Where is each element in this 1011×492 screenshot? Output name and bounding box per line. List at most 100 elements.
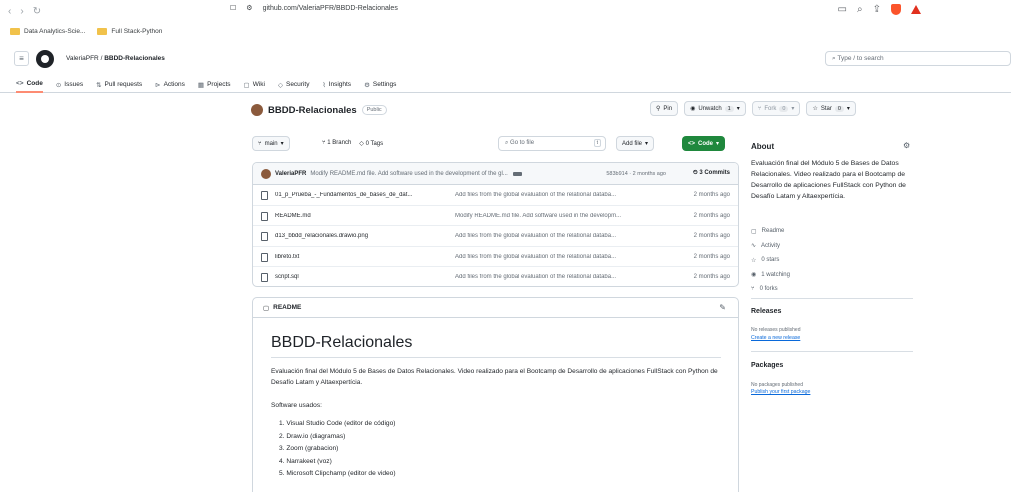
file-commit-message[interactable]: Add files from the global evaluation of … [455, 254, 673, 260]
breadcrumb-owner[interactable]: ValeriaPFR [66, 55, 99, 62]
tab-projects[interactable]: ▦ Projects [198, 73, 231, 93]
bookmarks-bar: Data Analytics-Scie... Full Stack-Python [0, 22, 1011, 41]
packages-title[interactable]: Packages [751, 362, 783, 369]
bookmark-data-analytics[interactable]: Data Analytics-Scie... [10, 28, 85, 35]
file-name[interactable]: script.sql [275, 274, 455, 280]
address-bar[interactable]: ☐ ⚙ github.com/ValeriaPFR/BBDD-Relaciona… [230, 4, 398, 13]
chevron-down-icon: ▾ [736, 106, 740, 112]
table-row[interactable]: libreto.txt Add files from the global ev… [253, 247, 738, 268]
tags-count: 0 Tags [365, 141, 384, 147]
stars-link[interactable]: ☆ 0 stars [751, 253, 790, 268]
bookmark-page-icon[interactable]: ☐ [230, 4, 236, 12]
commit-meta[interactable]: 583b914 · 2 months ago [606, 171, 666, 177]
pin-icon: ⚲ [656, 106, 661, 112]
star-count: 0 [834, 105, 844, 112]
shortcut-key: t [593, 139, 601, 147]
file-date: 2 months ago [693, 212, 730, 219]
menu-icon[interactable]: ≡ [14, 51, 29, 66]
fork-icon: ⑂ [751, 286, 755, 293]
insights-icon: ⌇ [322, 81, 326, 89]
tab-settings[interactable]: ⚙ Settings [364, 73, 396, 93]
commit-author[interactable]: ValeriaPFR [275, 171, 306, 177]
readme-link[interactable]: ▢ Readme [751, 224, 790, 239]
tab-security[interactable]: ◇ Security [278, 73, 309, 93]
breadcrumb-repo[interactable]: BBDD-Relacionales [104, 55, 165, 62]
file-icon [261, 232, 268, 242]
forward-icon[interactable]: › [20, 6, 23, 17]
table-row[interactable]: d13_bbdd_relacionales.drawio.png Add fil… [253, 226, 738, 247]
repo-name[interactable]: BBDD-Relacionales [268, 105, 357, 116]
url-text[interactable]: github.com/ValeriaPFR/BBDD-Relacionales [263, 5, 398, 12]
search-input[interactable]: ⌕ Type / to search [825, 51, 1011, 66]
file-name[interactable]: d13_bbdd_relacionales.drawio.png [275, 233, 455, 239]
gear-icon[interactable]: ⚙ [903, 141, 910, 150]
publish-package-link[interactable]: Publish your first package [751, 389, 810, 395]
branches-count: 1 Branch [327, 140, 352, 146]
file-name[interactable]: 01_p_Prueba_-_Fundamentos_de_bases_de_da… [275, 192, 455, 198]
list-item: 5. Microsoft Clipchamp (editor de video) [279, 470, 396, 477]
star-button[interactable]: ☆ Star 0 ▾ [806, 101, 856, 116]
file-list: ValeriaPFR Modify README.md file. Add so… [252, 162, 739, 287]
tab-wiki[interactable]: ▢ Wiki [244, 73, 265, 93]
avatar[interactable] [261, 168, 271, 179]
file-commit-message[interactable]: Add files from the global evaluation of … [455, 274, 673, 280]
activity-link[interactable]: ∿ Activity [751, 239, 790, 254]
branches-link[interactable]: ⑂ 1 Branch [322, 140, 351, 147]
pin-button[interactable]: ⚲ Pin [650, 101, 679, 116]
table-row[interactable]: script.sql Add files from the global eva… [253, 267, 738, 286]
software-list: 1. Visual Studio Code (editor de código)… [279, 420, 396, 483]
tab-actions[interactable]: ⊳ Actions [155, 73, 185, 93]
github-logo-icon[interactable] [36, 50, 54, 68]
tab-pull-requests[interactable]: ⇅ Pull requests [96, 73, 142, 93]
star-icon: ☆ [751, 257, 757, 264]
fork-button[interactable]: ⑂ Fork 0 ▾ [751, 101, 801, 116]
file-commit-message[interactable]: Add files from the global evaluation of … [455, 233, 673, 239]
branch-select[interactable]: ⑂ main ▾ [252, 136, 290, 151]
table-row[interactable]: 01_p_Prueba_-_Fundamentos_de_bases_de_da… [253, 185, 738, 206]
cast-icon[interactable]: ▭ [838, 4, 847, 15]
edit-pencil-icon[interactable]: ✎ [719, 303, 726, 312]
table-row[interactable]: README.md Modify README.md file. Add sof… [253, 206, 738, 227]
go-to-file-input[interactable]: ⌕ Go to file t [498, 136, 606, 151]
chevron-down-icon: ▾ [280, 141, 284, 147]
file-commit-message[interactable]: Add files from the global evaluation of … [455, 192, 673, 198]
tab-label: Wiki [252, 81, 265, 88]
tags-link[interactable]: ◇ 0 Tags [359, 140, 383, 147]
tab-insights[interactable]: ⌇ Insights [322, 73, 351, 93]
add-file-label: Add file [622, 140, 643, 147]
github-header: ≡ ValeriaPFR / BBDD-Relacionales ⌕ Type … [0, 45, 1011, 73]
link-label: 0 forks [759, 286, 778, 293]
share-icon[interactable]: ⇪ [873, 4, 881, 15]
file-name[interactable]: README.md [275, 213, 455, 219]
add-file-button[interactable]: Add file ▾ [616, 136, 655, 151]
tab-issues[interactable]: ⊙ Issues [56, 73, 83, 93]
watch-count: 1 [724, 105, 734, 112]
zoom-icon[interactable]: ⌕ [857, 4, 863, 15]
site-settings-icon[interactable]: ⚙ [246, 4, 252, 12]
file-icon [261, 252, 268, 262]
fork-label: Fork [764, 105, 777, 112]
folder-icon [97, 28, 108, 35]
watching-link[interactable]: ◉ 1 watching [751, 268, 790, 283]
forks-link[interactable]: ⑂ 0 forks [751, 282, 790, 297]
readme-header-label[interactable]: README [273, 304, 301, 311]
brave-rewards-icon[interactable] [911, 5, 921, 14]
file-commit-message[interactable]: Modify README.md file. Add software used… [455, 213, 673, 219]
tab-label: Actions [163, 81, 185, 88]
commit-message[interactable]: Modify README.md file. Add software used… [310, 171, 507, 177]
reload-icon[interactable]: ↻ [33, 6, 41, 17]
back-icon[interactable]: ‹ [8, 6, 11, 17]
create-release-link[interactable]: Create a new release [751, 335, 800, 341]
ellipsis-icon[interactable] [512, 171, 522, 176]
avatar[interactable] [251, 104, 263, 116]
commits-link[interactable]: ⏲ 3 Commits [693, 170, 730, 177]
releases-title[interactable]: Releases [751, 308, 781, 315]
code-button[interactable]: <> Code ▾ [682, 136, 726, 151]
tab-code[interactable]: <> Code [16, 73, 43, 93]
brave-shield-icon[interactable] [891, 4, 901, 15]
about-description: Evaluación final del Módulo 5 de Bases d… [751, 160, 906, 200]
unwatch-button[interactable]: ◉ Unwatch 1 ▾ [684, 101, 746, 116]
bookmark-full-stack[interactable]: Full Stack-Python [97, 28, 162, 35]
file-name[interactable]: libreto.txt [275, 254, 455, 260]
eye-icon: ◉ [690, 106, 696, 112]
